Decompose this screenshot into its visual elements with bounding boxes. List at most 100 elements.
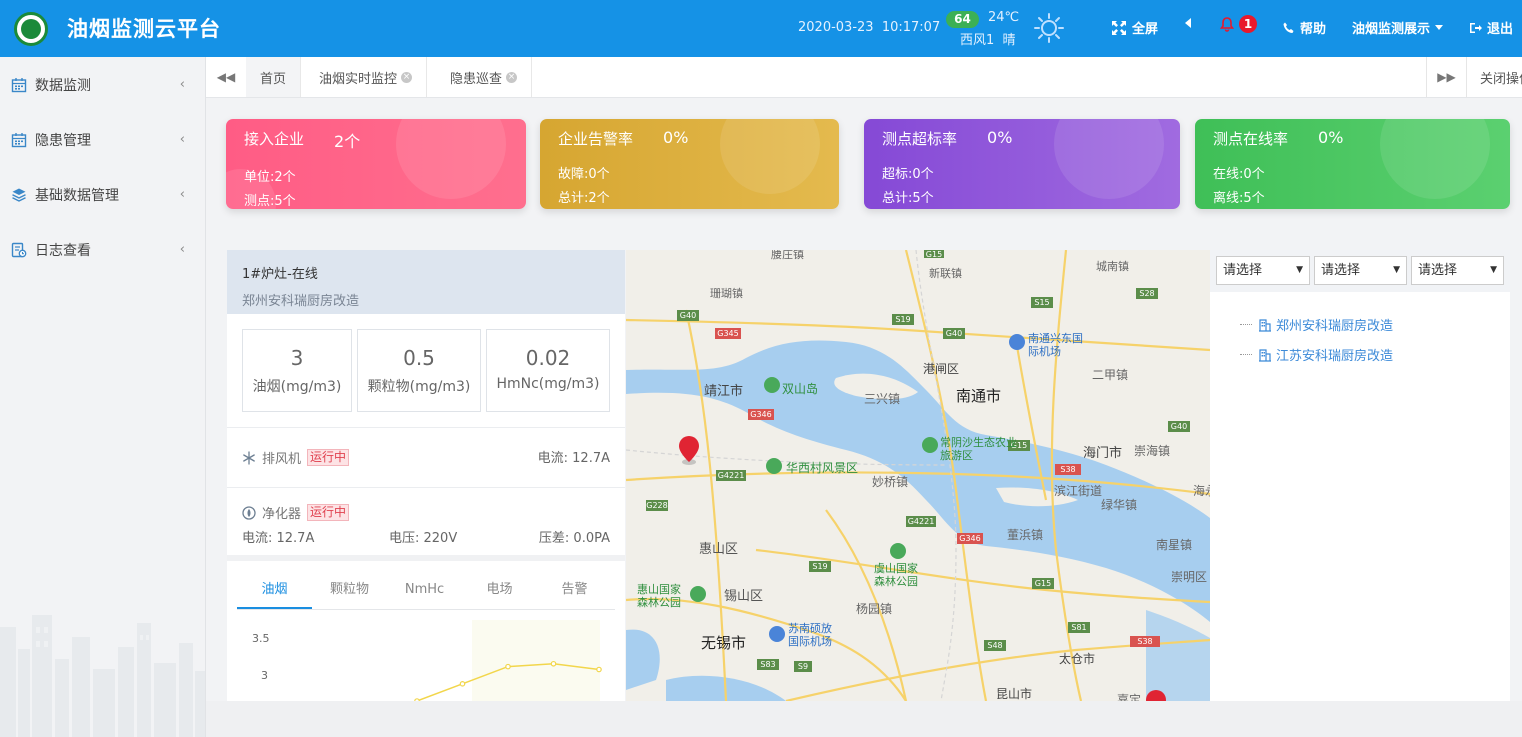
tab-bar: ◀◀ 首页 油烟实时监控 × 隐患巡查 × ▶▶ 关闭操作 [206, 57, 1522, 98]
sidebar-item-hazard-management[interactable]: 隐患管理 ‹ [0, 112, 205, 167]
card-title: 测点超标率 [882, 130, 958, 148]
chevron-left-icon: ‹ [179, 242, 185, 257]
device-company: 郑州安科瑞厨房改造 [242, 294, 360, 309]
purifier-current: 电流: 12.7A [242, 531, 315, 546]
device-header: 1#炉灶-在线 郑州安科瑞厨房改造 [227, 250, 625, 314]
stat-card-enterprises: 接入企业 2个 单位:2个 测点:5个 [226, 119, 526, 209]
snowflake-icon [243, 450, 255, 465]
chart-tab-oil-fume[interactable]: 油烟 [237, 575, 312, 609]
chart-tab-electric-field[interactable]: 电场 [462, 575, 537, 609]
fullscreen-button[interactable]: 全屏 [1111, 18, 1158, 37]
metric-label: 油烟(mg/m3) [252, 379, 342, 395]
city-select[interactable]: 请选择 ▼ [1314, 256, 1407, 285]
y-tick-label: 3 [261, 669, 268, 682]
caret-down-icon [1435, 24, 1444, 30]
metric-oil-fume: 3 油烟(mg/m3) [242, 329, 352, 412]
tree-item-label: 江苏安科瑞厨房改造 [1276, 349, 1394, 364]
tab-realtime-monitor[interactable]: 油烟实时监控 × [305, 57, 428, 97]
map-label: 崇明区 [1171, 570, 1208, 584]
map-label: 靖江市 [704, 384, 744, 399]
layers-icon [12, 188, 26, 202]
map-label: 惠山区 [699, 542, 739, 557]
alerts-button[interactable]: 1 [1220, 15, 1257, 33]
card-value: 0% [663, 128, 689, 147]
tree-item-enterprise[interactable]: 江苏安科瑞厨房改造 [1240, 345, 1393, 364]
metric-value: 0.02 [525, 346, 571, 370]
stat-card-online-rate: 测点在线率 0% 在线:0个 离线:5个 [1195, 119, 1510, 209]
tab-hazard-patrol[interactable]: 隐患巡查 × [436, 57, 533, 97]
sidebar-item-logs[interactable]: 日志查看 ‹ [0, 222, 205, 277]
sidebar-item-label: 日志查看 [35, 242, 91, 259]
alert-count-badge: 1 [1239, 15, 1257, 33]
close-tab-icon[interactable]: × [506, 71, 518, 83]
map-label: 绿华镇 [1101, 498, 1138, 512]
map-main-city: 无锡市 [701, 634, 747, 652]
caret-down-icon: ▼ [1296, 265, 1303, 275]
sidebar: 数据监测 ‹ 隐患管理 ‹ 基础数据管理 ‹ 日志查看 ‹ [0, 57, 206, 737]
svg-text:G4221: G4221 [718, 471, 745, 480]
card-value: 0% [1318, 128, 1344, 147]
svg-text:S19: S19 [812, 562, 827, 571]
chart-tab-nmhc[interactable]: NmHc [387, 575, 462, 609]
tabs-scroll-right-button[interactable]: ▶▶ [1426, 57, 1466, 97]
chart-tabs: 油烟 颗粒物 NmHc 电场 告警 [237, 575, 615, 610]
map-label: 新联镇 [929, 267, 962, 280]
data-point [459, 681, 466, 687]
fan-label: 排风机 [262, 452, 302, 467]
purifier-row: 净化器 运行中 [242, 503, 350, 522]
card-value: 2个 [334, 132, 361, 151]
top-header: 油烟监测云平台 2020-03-23 10:17:07 64 24℃ 西风1 晴… [0, 0, 1522, 57]
district-select[interactable]: 请选择 ▼ [1411, 256, 1504, 285]
province-select[interactable]: 请选择 ▼ [1216, 256, 1310, 285]
svg-text:G15: G15 [1035, 579, 1051, 588]
sidebar-item-data-monitor[interactable]: 数据监测 ‹ [0, 57, 205, 112]
aqi-badge: 64 [946, 11, 979, 28]
svg-text:G40: G40 [680, 311, 696, 320]
map-view[interactable]: G40 G345 S19 G40 S15 S28 G15 G346 G4221 … [626, 250, 1210, 701]
map-label: 南星镇 [1156, 538, 1193, 552]
close-tab-icon[interactable]: × [401, 71, 413, 83]
map-label: 双山岛 [782, 382, 819, 396]
device-title: 1#炉灶-在线 [242, 267, 318, 282]
chart-tab-alarm[interactable]: 告警 [537, 575, 612, 609]
map-label: 滨江街道 [1054, 484, 1103, 498]
purifier-label: 净化器 [262, 507, 302, 522]
svg-text:S81: S81 [1071, 623, 1086, 632]
collapse-button[interactable] [1184, 18, 1192, 28]
help-button[interactable]: 帮助 [1283, 18, 1326, 37]
svg-text:S19: S19 [895, 315, 910, 324]
sidebar-item-basic-data[interactable]: 基础数据管理 ‹ [0, 167, 205, 222]
chevron-left-icon: ‹ [179, 187, 185, 202]
svg-text:S9: S9 [798, 662, 808, 671]
close-operations-button[interactable]: 关闭操作 [1466, 57, 1522, 97]
map-marker-red [679, 436, 699, 465]
svg-text:G40: G40 [1171, 422, 1187, 431]
demo-dropdown[interactable]: 油烟监测展示 [1352, 18, 1444, 37]
map-label: 二甲镇 [1092, 368, 1129, 382]
logout-label: 退出 [1487, 22, 1514, 37]
caret-down-icon: ▼ [1490, 265, 1497, 275]
tabs-scroll-left-button[interactable]: ◀◀ [206, 57, 246, 97]
svg-text:S15: S15 [1034, 298, 1049, 307]
expand-icon [1112, 20, 1126, 35]
metric-value: 0.5 [403, 346, 435, 370]
fullscreen-label: 全屏 [1132, 22, 1159, 37]
svg-text:G40: G40 [946, 329, 962, 338]
temperature-text: 24℃ [988, 10, 1020, 25]
building-icon [1259, 318, 1271, 332]
tree-item-enterprise[interactable]: 郑州安科瑞厨房改造 [1240, 315, 1393, 334]
caret-down-icon: ▼ [1393, 265, 1400, 275]
phone-icon [1283, 22, 1294, 33]
svg-text:G228: G228 [646, 501, 667, 510]
svg-text:G346: G346 [959, 534, 980, 543]
app-title: 油烟监测云平台 [67, 17, 221, 41]
metric-hmnc: 0.02 HmNc(mg/m3) [486, 329, 610, 412]
demo-label: 油烟监测展示 [1352, 22, 1431, 37]
map-label: 董浜镇 [1007, 528, 1044, 542]
map-label: 三兴镇 [864, 392, 901, 406]
double-right-icon: ▶▶ [1437, 70, 1456, 84]
logout-button[interactable]: 退出 [1469, 18, 1513, 37]
tab-home[interactable]: 首页 [246, 57, 302, 97]
chart-tab-particulate[interactable]: 颗粒物 [312, 575, 387, 609]
stat-card-over-limit-rate: 测点超标率 0% 超标:0个 总计:5个 [864, 119, 1180, 209]
